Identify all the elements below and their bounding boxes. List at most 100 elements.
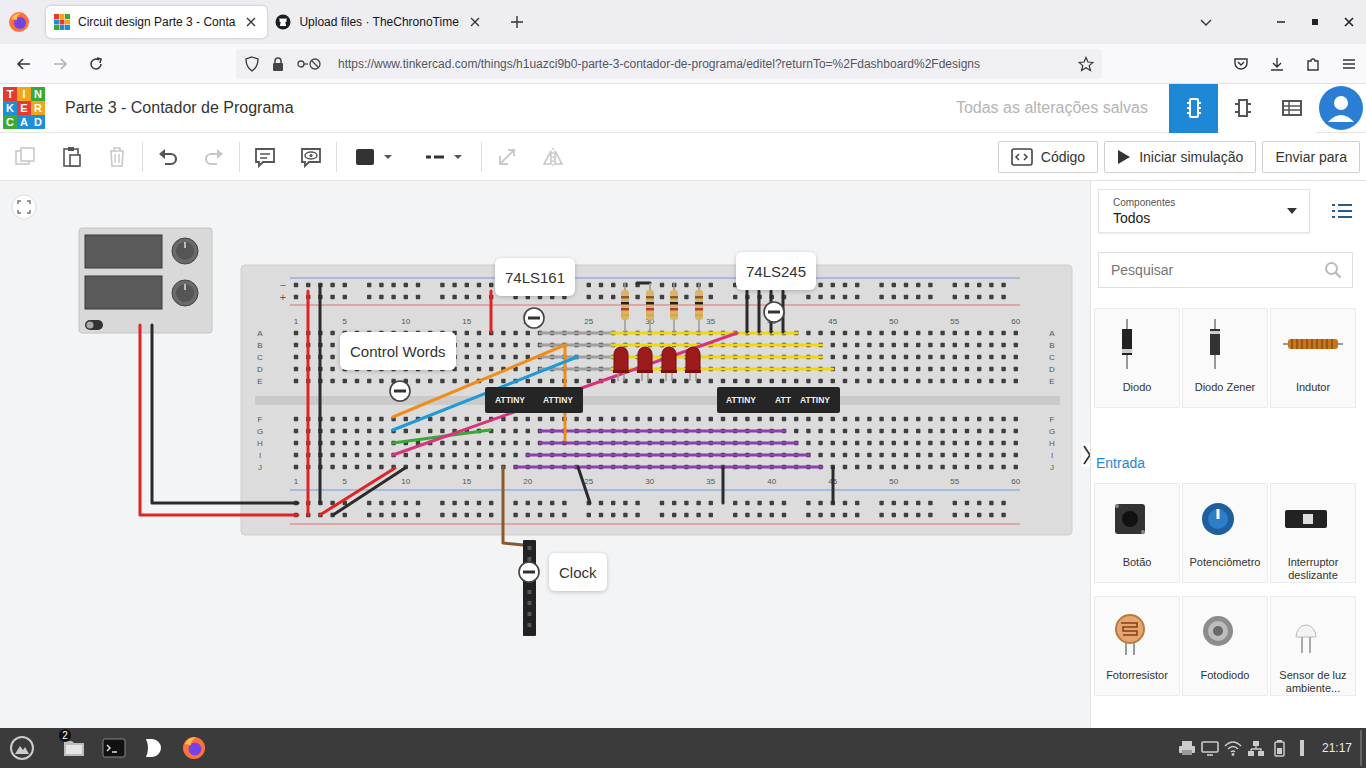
collapse-panel-icon[interactable] [1082, 443, 1090, 467]
list-view-icon[interactable] [1332, 203, 1352, 219]
search-box[interactable] [1098, 252, 1353, 288]
reload-icon[interactable] [80, 48, 112, 80]
menu-icon[interactable] [1333, 48, 1365, 80]
browser-tab[interactable]: Upload files · TheChronoTime [267, 6, 490, 38]
component-card[interactable]: Potenciômetro [1182, 483, 1268, 583]
chevron-down-icon[interactable] [1190, 8, 1222, 36]
firefox-launcher[interactable] [174, 728, 214, 768]
wire[interactable] [758, 291, 761, 332]
component-card[interactable]: Diodo Zener [1182, 308, 1268, 408]
view-button[interactable] [1267, 84, 1316, 133]
display-icon[interactable] [1199, 733, 1222, 763]
wire[interactable] [540, 442, 797, 445]
circuit-canvas[interactable]: 1155101015152020252530303535404045455050… [0, 181, 1090, 728]
send-to-button[interactable]: Enviar para [1262, 141, 1360, 173]
clock-module[interactable] [523, 540, 536, 636]
search-input[interactable] [1109, 261, 1324, 279]
power-supply[interactable] [79, 228, 212, 333]
wire[interactable] [152, 325, 298, 503]
terminal-launcher[interactable] [94, 728, 134, 768]
extensions-icon[interactable] [1297, 48, 1329, 80]
rotate-tool[interactable] [484, 137, 530, 177]
close-icon[interactable] [243, 14, 259, 30]
wire[interactable] [746, 291, 749, 332]
component-card[interactable]: Sensor de luz ambiente... [1270, 596, 1356, 696]
shield-icon[interactable] [244, 56, 260, 72]
redo-tool[interactable] [191, 137, 237, 177]
clock-time[interactable]: 21:17 [1322, 741, 1352, 755]
canvas-note[interactable]: Clock [549, 553, 607, 591]
fit-view-button[interactable] [9, 192, 39, 222]
pocket-icon[interactable] [1225, 48, 1257, 80]
wire[interactable] [319, 285, 322, 503]
simulate-button[interactable]: Iniciar simulação [1104, 141, 1256, 173]
minus-circle-icon[interactable] [763, 301, 785, 323]
note-tool[interactable] [242, 137, 288, 177]
delete-tool[interactable] [94, 137, 140, 177]
star-icon[interactable] [1078, 56, 1094, 72]
volume-bar-icon[interactable] [1291, 733, 1314, 763]
led[interactable] [685, 347, 701, 381]
line-style-tool[interactable] [413, 137, 475, 177]
wire[interactable] [140, 325, 298, 515]
paste-tool[interactable] [48, 137, 94, 177]
close-icon[interactable] [467, 14, 483, 30]
canvas-note[interactable]: Control Words [340, 332, 456, 370]
wire[interactable] [832, 467, 835, 503]
component-card[interactable]: Fotorresistor [1094, 596, 1180, 696]
minimize-icon[interactable] [1264, 7, 1298, 37]
tinkercad-logo[interactable]: TINKERCAD [3, 87, 45, 129]
app-shape-launcher[interactable] [134, 728, 174, 768]
wire[interactable] [307, 291, 310, 515]
undo-tool[interactable] [145, 137, 191, 177]
resistor[interactable] [621, 283, 629, 333]
view-button[interactable] [1218, 84, 1267, 133]
maximize-icon[interactable] [1298, 7, 1332, 37]
ic-chip[interactable]: ATTINYATTINY [485, 387, 583, 413]
minus-circle-icon[interactable] [523, 307, 545, 329]
wire[interactable] [540, 344, 615, 347]
color-tool[interactable] [343, 137, 405, 177]
resistor[interactable] [670, 283, 678, 333]
wire[interactable] [490, 291, 493, 332]
led[interactable] [613, 347, 629, 381]
wire[interactable] [320, 468, 395, 515]
new-tab-icon[interactable] [503, 8, 531, 36]
battery-icon[interactable] [1268, 733, 1291, 763]
account-avatar[interactable] [1316, 84, 1366, 133]
back-icon[interactable] [8, 48, 40, 80]
design-title[interactable]: Parte 3 - Contador de Programa [65, 99, 294, 117]
flip-tool[interactable] [530, 137, 576, 177]
canvas-note[interactable]: 74LS245 [736, 252, 816, 290]
files-launcher[interactable]: 2 [54, 728, 94, 768]
wire[interactable] [333, 468, 405, 515]
resistor[interactable] [695, 283, 703, 333]
url-bar[interactable]: https://www.tinkercad.com/things/h1uazci… [236, 49, 1102, 79]
wire[interactable] [515, 466, 822, 469]
wire[interactable] [612, 344, 822, 347]
minus-circle-icon[interactable] [518, 561, 540, 583]
ic-chip[interactable]: ATTINYATTATTINY [717, 387, 840, 413]
wire[interactable] [578, 467, 590, 503]
wire[interactable] [540, 430, 785, 433]
wire[interactable] [612, 332, 797, 335]
component-card[interactable]: Diodo [1094, 308, 1180, 408]
copy-tool[interactable] [2, 137, 48, 177]
network-icon[interactable] [1245, 733, 1268, 763]
wire[interactable] [722, 467, 725, 503]
breadboard[interactable]: 1155101015152020252530303535404045455050… [241, 265, 1072, 535]
notes-visibility-tool[interactable] [288, 137, 334, 177]
component-card[interactable]: Indutor [1270, 308, 1356, 408]
permissions-icon[interactable] [296, 56, 322, 72]
close-window-icon[interactable] [1332, 7, 1366, 37]
wire[interactable] [540, 332, 615, 335]
menu-logo-launcher[interactable] [2, 728, 42, 768]
component-card[interactable]: Interruptor deslizante [1270, 483, 1356, 583]
component-card[interactable]: Fotodiodo [1182, 596, 1268, 696]
minus-circle-icon[interactable] [389, 380, 411, 402]
resistor[interactable] [646, 283, 654, 333]
led[interactable] [637, 347, 653, 381]
code-button[interactable]: Código [998, 141, 1098, 173]
wire[interactable] [503, 467, 523, 545]
download-icon[interactable] [1261, 48, 1293, 80]
